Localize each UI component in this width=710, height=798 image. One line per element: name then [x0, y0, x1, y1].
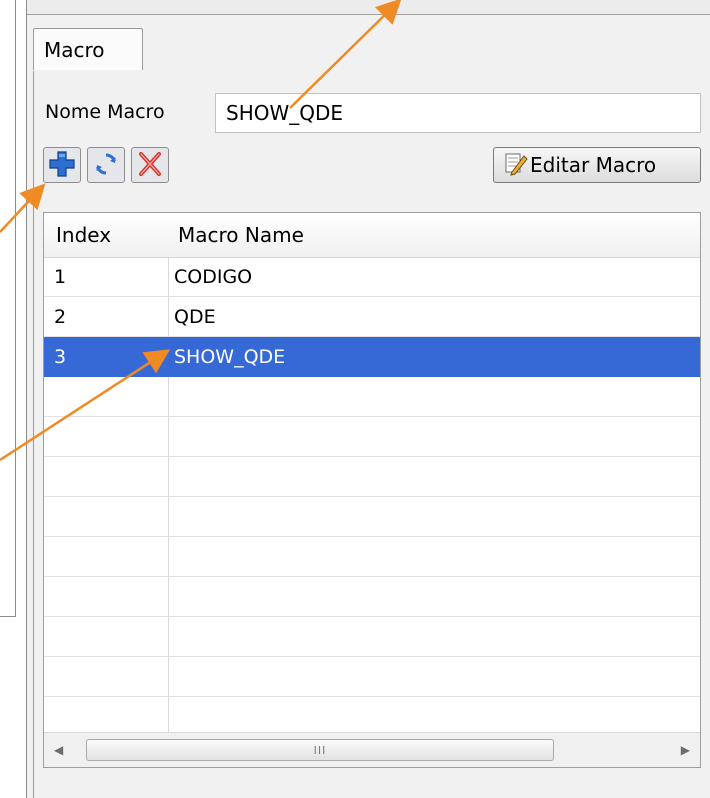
- table-row[interactable]: 2 QDE: [44, 297, 700, 337]
- empty-row: [44, 377, 700, 417]
- macro-name-label: Nome Macro: [45, 101, 165, 123]
- empty-row: [44, 457, 700, 497]
- scroll-left-arrow-icon[interactable]: ◀: [54, 743, 63, 757]
- tab-macro[interactable]: Macro: [33, 28, 143, 70]
- macro-table: Index Macro Name 1 CODIGO 2 QDE 3 SHOW_Q…: [43, 212, 701, 768]
- delete-macro-button[interactable]: [131, 147, 169, 183]
- column-header-index[interactable]: Index: [56, 213, 111, 257]
- table-header: Index Macro Name: [44, 213, 700, 258]
- plus-icon: [48, 150, 76, 181]
- scroll-grip: III: [313, 744, 327, 757]
- delete-x-icon: [137, 150, 163, 181]
- empty-row: [44, 417, 700, 457]
- scroll-right-arrow-icon[interactable]: ▶: [681, 743, 690, 757]
- edit-macro-button[interactable]: Editar Macro: [493, 147, 701, 183]
- left-panel: [0, 0, 16, 617]
- add-macro-button[interactable]: [43, 147, 81, 183]
- macro-window: Macro Nome Macro SHOW_QDE Editar Macro I…: [26, 0, 710, 798]
- empty-row: [44, 697, 700, 737]
- row-index: 1: [54, 266, 67, 288]
- table-row[interactable]: 1 CODIGO: [44, 257, 700, 297]
- empty-row: [44, 657, 700, 697]
- macro-name-input[interactable]: [215, 93, 701, 133]
- row-index: 2: [54, 306, 67, 328]
- refresh-macro-button[interactable]: [87, 147, 125, 183]
- row-macro-name: CODIGO: [174, 266, 253, 288]
- refresh-icon: [93, 151, 119, 180]
- empty-row: [44, 617, 700, 657]
- row-macro-name: SHOW_QDE: [174, 346, 286, 368]
- empty-row: [44, 577, 700, 617]
- row-index: 3: [54, 346, 67, 368]
- horizontal-scrollbar[interactable]: ◀ III ▶: [44, 732, 700, 767]
- column-header-macro-name[interactable]: Macro Name: [178, 213, 304, 257]
- scroll-thumb[interactable]: III: [86, 739, 554, 761]
- window-top-bar: [27, 0, 710, 15]
- edit-macro-label: Editar Macro: [530, 153, 657, 177]
- empty-row: [44, 497, 700, 537]
- row-macro-name: QDE: [174, 306, 216, 328]
- empty-row: [44, 537, 700, 577]
- table-row-selected[interactable]: 3 SHOW_QDE: [44, 337, 700, 377]
- edit-pencil-icon: [504, 150, 530, 181]
